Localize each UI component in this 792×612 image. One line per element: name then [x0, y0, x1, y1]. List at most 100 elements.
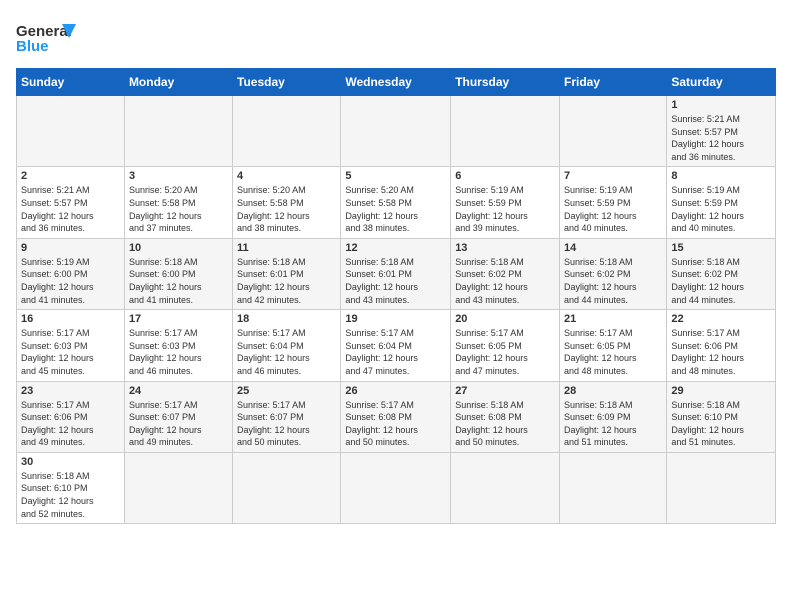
calendar-cell: 10Sunrise: 5:18 AM Sunset: 6:00 PM Dayli…: [124, 238, 232, 309]
day-info: Sunrise: 5:21 AM Sunset: 5:57 PM Dayligh…: [671, 113, 771, 163]
logo-icon: General Blue: [16, 16, 76, 56]
calendar-cell: 29 Sunrise: 5:18 AM Sunset: 6:10 PM Dayli…: [667, 381, 776, 452]
day-number: 29: [671, 385, 771, 397]
day-info: Sunrise: 5:18 AM Sunset: 6:10 PM Dayligh…: [21, 470, 120, 520]
calendar-cell: 22 Sunrise: 5:17 AM Sunset: 6:06 PM Dayli…: [667, 310, 776, 381]
day-info: Sunrise: 5:18 AM Sunset: 6:08 PM Dayligh…: [455, 399, 555, 449]
calendar-header: SundayMondayTuesdayWednesdayThursdayFrid…: [17, 69, 776, 96]
day-number: 22: [671, 313, 771, 325]
calendar-cell: 17 Sunrise: 5:17 AM Sunset: 6:03 PM Dayli…: [124, 310, 232, 381]
calendar-cell: 6 Sunrise: 5:19 AM Sunset: 5:59 PM Daylig…: [451, 167, 560, 238]
svg-text:Blue: Blue: [16, 38, 49, 55]
day-number: 9: [21, 242, 120, 254]
calendar-week-5: 23Sunrise: 5:17 AM Sunset: 6:06 PM Dayli…: [17, 381, 776, 452]
day-number: 19: [345, 313, 446, 325]
logo: General Blue: [16, 16, 76, 56]
day-info: Sunrise: 5:17 AM Sunset: 6:07 PM Dayligh…: [129, 399, 228, 449]
day-info: Sunrise: 5:17 AM Sunset: 6:03 PM Dayligh…: [129, 327, 228, 377]
day-info: Sunrise: 5:17 AM Sunset: 6:07 PM Dayligh…: [237, 399, 336, 449]
day-number: 1: [671, 99, 771, 111]
calendar-cell: 7 Sunrise: 5:19 AM Sunset: 5:59 PM Daylig…: [560, 167, 667, 238]
calendar-week-3: 9 Sunrise: 5:19 AM Sunset: 6:00 PM Daylig…: [17, 238, 776, 309]
day-info: Sunrise: 5:20 AM Sunset: 5:58 PM Dayligh…: [237, 184, 336, 234]
day-info: Sunrise: 5:19 AM Sunset: 5:59 PM Dayligh…: [455, 184, 555, 234]
calendar-cell: [233, 96, 341, 167]
calendar-cell: 4 Sunrise: 5:20 AM Sunset: 5:58 PM Daylig…: [233, 167, 341, 238]
calendar-cell: 3Sunrise: 5:20 AM Sunset: 5:58 PM Daylig…: [124, 167, 232, 238]
calendar-cell: [124, 452, 232, 523]
day-info: Sunrise: 5:19 AM Sunset: 5:59 PM Dayligh…: [564, 184, 662, 234]
day-info: Sunrise: 5:19 AM Sunset: 5:59 PM Dayligh…: [671, 184, 771, 234]
calendar-cell: 21 Sunrise: 5:17 AM Sunset: 6:05 PM Dayli…: [560, 310, 667, 381]
calendar-table: SundayMondayTuesdayWednesdayThursdayFrid…: [16, 68, 776, 524]
calendar-cell: [233, 452, 341, 523]
weekday-row: SundayMondayTuesdayWednesdayThursdayFrid…: [17, 69, 776, 96]
calendar-week-2: 2Sunrise: 5:21 AM Sunset: 5:57 PM Daylig…: [17, 167, 776, 238]
calendar-week-6: 30 Sunrise: 5:18 AM Sunset: 6:10 PM Dayli…: [17, 452, 776, 523]
day-info: Sunrise: 5:17 AM Sunset: 6:04 PM Dayligh…: [237, 327, 336, 377]
calendar-cell: 9 Sunrise: 5:19 AM Sunset: 6:00 PM Daylig…: [17, 238, 125, 309]
day-number: 26: [345, 385, 446, 397]
day-number: 27: [455, 385, 555, 397]
calendar-cell: [17, 96, 125, 167]
calendar-cell: [451, 452, 560, 523]
weekday-header-thursday: Thursday: [451, 69, 560, 96]
calendar-cell: 20Sunrise: 5:17 AM Sunset: 6:05 PM Dayli…: [451, 310, 560, 381]
calendar-cell: 26 Sunrise: 5:17 AM Sunset: 6:08 PM Dayli…: [341, 381, 451, 452]
calendar-cell: 16 Sunrise: 5:17 AM Sunset: 6:03 PM Dayli…: [17, 310, 125, 381]
day-number: 11: [237, 242, 336, 254]
day-info: Sunrise: 5:18 AM Sunset: 6:02 PM Dayligh…: [455, 256, 555, 306]
calendar-cell: 28Sunrise: 5:18 AM Sunset: 6:09 PM Dayli…: [560, 381, 667, 452]
calendar-cell: [341, 452, 451, 523]
calendar-cell: 8 Sunrise: 5:19 AM Sunset: 5:59 PM Daylig…: [667, 167, 776, 238]
day-number: 4: [237, 170, 336, 182]
day-number: 23: [21, 385, 120, 397]
calendar-cell: 23Sunrise: 5:17 AM Sunset: 6:06 PM Dayli…: [17, 381, 125, 452]
day-info: Sunrise: 5:21 AM Sunset: 5:57 PM Dayligh…: [21, 184, 120, 234]
day-number: 3: [129, 170, 228, 182]
day-number: 13: [455, 242, 555, 254]
day-number: 8: [671, 170, 771, 182]
day-info: Sunrise: 5:18 AM Sunset: 6:02 PM Dayligh…: [671, 256, 771, 306]
calendar-week-4: 16 Sunrise: 5:17 AM Sunset: 6:03 PM Dayli…: [17, 310, 776, 381]
weekday-header-wednesday: Wednesday: [341, 69, 451, 96]
day-number: 5: [345, 170, 446, 182]
day-info: Sunrise: 5:20 AM Sunset: 5:58 PM Dayligh…: [345, 184, 446, 234]
day-info: Sunrise: 5:17 AM Sunset: 6:03 PM Dayligh…: [21, 327, 120, 377]
day-number: 24: [129, 385, 228, 397]
day-number: 6: [455, 170, 555, 182]
calendar-cell: [667, 452, 776, 523]
calendar-cell: [341, 96, 451, 167]
day-number: 21: [564, 313, 662, 325]
day-info: Sunrise: 5:18 AM Sunset: 6:10 PM Dayligh…: [671, 399, 771, 449]
day-info: Sunrise: 5:17 AM Sunset: 6:08 PM Dayligh…: [345, 399, 446, 449]
calendar-cell: 5 Sunrise: 5:20 AM Sunset: 5:58 PM Daylig…: [341, 167, 451, 238]
calendar-cell: [560, 452, 667, 523]
day-number: 28: [564, 385, 662, 397]
weekday-header-monday: Monday: [124, 69, 232, 96]
day-info: Sunrise: 5:19 AM Sunset: 6:00 PM Dayligh…: [21, 256, 120, 306]
calendar-cell: 14 Sunrise: 5:18 AM Sunset: 6:02 PM Dayli…: [560, 238, 667, 309]
weekday-header-friday: Friday: [560, 69, 667, 96]
day-number: 12: [345, 242, 446, 254]
page-header: General Blue: [16, 16, 776, 56]
day-info: Sunrise: 5:18 AM Sunset: 6:00 PM Dayligh…: [129, 256, 228, 306]
day-number: 7: [564, 170, 662, 182]
calendar-cell: 12 Sunrise: 5:18 AM Sunset: 6:01 PM Dayli…: [341, 238, 451, 309]
day-info: Sunrise: 5:18 AM Sunset: 6:02 PM Dayligh…: [564, 256, 662, 306]
calendar-cell: [124, 96, 232, 167]
day-info: Sunrise: 5:18 AM Sunset: 6:01 PM Dayligh…: [237, 256, 336, 306]
day-info: Sunrise: 5:17 AM Sunset: 6:05 PM Dayligh…: [564, 327, 662, 377]
calendar-cell: 13 Sunrise: 5:18 AM Sunset: 6:02 PM Dayli…: [451, 238, 560, 309]
day-info: Sunrise: 5:17 AM Sunset: 6:04 PM Dayligh…: [345, 327, 446, 377]
day-info: Sunrise: 5:17 AM Sunset: 6:06 PM Dayligh…: [671, 327, 771, 377]
day-info: Sunrise: 5:18 AM Sunset: 6:01 PM Dayligh…: [345, 256, 446, 306]
day-number: 16: [21, 313, 120, 325]
calendar-cell: 24 Sunrise: 5:17 AM Sunset: 6:07 PM Dayli…: [124, 381, 232, 452]
day-number: 30: [21, 456, 120, 468]
calendar-cell: 11 Sunrise: 5:18 AM Sunset: 6:01 PM Dayli…: [233, 238, 341, 309]
calendar-cell: 2Sunrise: 5:21 AM Sunset: 5:57 PM Daylig…: [17, 167, 125, 238]
day-number: 17: [129, 313, 228, 325]
day-number: 14: [564, 242, 662, 254]
day-number: 15: [671, 242, 771, 254]
